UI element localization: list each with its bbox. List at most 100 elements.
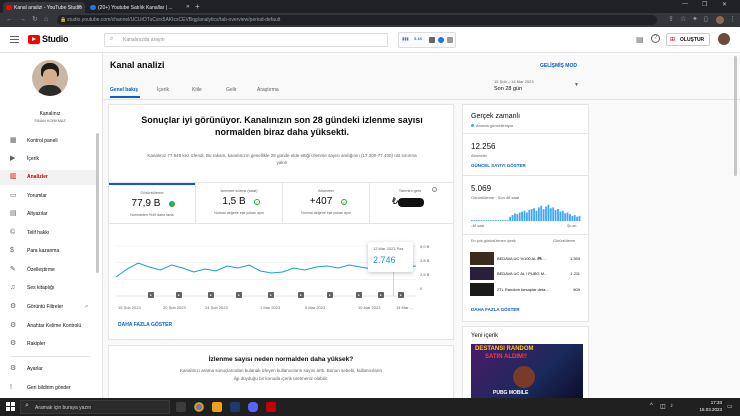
- notifications-icon[interactable]: ▭: [727, 403, 733, 410]
- stat-watch-time[interactable]: İzlenme süresi (saat) 1,5 B ✓ Normal değ…: [196, 183, 282, 223]
- tab-revenue[interactable]: Gelir: [226, 87, 237, 93]
- youtube-logo-icon[interactable]: [28, 35, 40, 44]
- sidebar-item-comments[interactable]: ▭ Yorumlar: [0, 189, 96, 204]
- windows-start-icon[interactable]: [6, 402, 16, 412]
- realtime-show-more-link[interactable]: DAHA FAZLA GÖSTER: [471, 307, 520, 312]
- chrome-icon[interactable]: [194, 402, 204, 412]
- sidebar-item-subtitles[interactable]: ▤ Altyazılar: [0, 207, 96, 222]
- new-tab-icon[interactable]: +: [195, 2, 200, 11]
- event-marker-icon[interactable]: ▸: [327, 292, 333, 298]
- help-icon[interactable]: ?: [651, 34, 660, 43]
- page-scrollbar[interactable]: [734, 56, 737, 176]
- browser-tab[interactable]: (20+) Youtube Satılık Kanallar | ... ✕: [87, 2, 193, 13]
- account-avatar[interactable]: [718, 33, 730, 45]
- event-marker-icon[interactable]: ▸: [236, 292, 242, 298]
- event-marker-icon[interactable]: ▸: [268, 292, 274, 298]
- content-icon: ▶: [10, 155, 16, 162]
- task-view-icon[interactable]: [176, 402, 186, 412]
- top-content-label: En çok görüntülenen içerik: [471, 239, 516, 243]
- create-button[interactable]: ⊞ OLUŞTUR: [666, 33, 710, 46]
- taskbar-search[interactable]: ⌕ Aramak için buraya yazın: [20, 400, 170, 414]
- date-range-picker[interactable]: 15 Şub – 14 Mar 2023 Son 28 gün ▼: [494, 79, 584, 95]
- discord-icon[interactable]: [248, 402, 258, 412]
- volume-icon[interactable]: ♪: [670, 403, 673, 409]
- forward-icon[interactable]: →: [19, 15, 26, 25]
- studio-logo-text[interactable]: Studio: [42, 34, 69, 44]
- customization-icon: ✎: [10, 266, 16, 273]
- profile-avatar[interactable]: [716, 16, 724, 24]
- realtime-bar-chart[interactable]: [471, 203, 581, 221]
- event-marker-icon[interactable]: ▸: [356, 292, 362, 298]
- close-tab-icon[interactable]: ✕: [78, 4, 82, 10]
- minimize-icon[interactable]: —: [682, 1, 688, 7]
- tab-overview[interactable]: Genel bakış: [110, 87, 138, 93]
- x-tick-label: 14 Mar ...: [396, 305, 413, 310]
- stat-views[interactable]: Görüntüleme 77,9 B ↑ Normalden %49 daha …: [109, 183, 195, 223]
- top-content-item[interactable]: 2TL Random hesaplar deta... 609: [470, 283, 580, 297]
- channel-avatar[interactable]: [32, 60, 68, 96]
- app-icon[interactable]: [230, 402, 240, 412]
- sidebar-item-monetization[interactable]: $ Para kazanma: [0, 244, 96, 259]
- extension-widget[interactable]: ▮▮▮ 5.1K: [398, 32, 456, 48]
- close-window-icon[interactable]: ✕: [722, 1, 727, 8]
- event-marker-icon[interactable]: ▸: [398, 292, 404, 298]
- stat-revenue[interactable]: Tahmini gelir i ₺: [370, 183, 454, 223]
- stat-label: Görüntüleme: [140, 190, 164, 195]
- share-icon[interactable]: ⇪: [668, 15, 674, 25]
- sidebar-item-dashboard[interactable]: ▦ Kontrol paneli: [0, 134, 96, 149]
- tab-research[interactable]: Araştırma: [257, 87, 279, 93]
- file-explorer-icon[interactable]: [212, 402, 222, 412]
- feedback-icon: !: [10, 384, 12, 391]
- youtube-favicon-icon: [6, 5, 12, 10]
- sidebar-item-feedback[interactable]: ! Geri bildirim gönder: [0, 381, 96, 396]
- info-icon[interactable]: i: [432, 187, 437, 192]
- sidebar-item-content[interactable]: ▶ İçerik: [0, 152, 96, 167]
- sidebar-item-filters[interactable]: ⚙ Görüntü Filtreler ↗: [0, 300, 96, 315]
- home-icon[interactable]: ⌂: [44, 15, 48, 25]
- clock-date[interactable]: 16.03.2023: [694, 407, 722, 412]
- hamburger-menu-icon[interactable]: [10, 36, 19, 43]
- sidebar-item-settings[interactable]: ⚙ Ayarlar: [0, 362, 96, 377]
- x-tick-label: 24 Şub 2023: [205, 305, 228, 310]
- messages-icon[interactable]: ▤: [636, 35, 644, 44]
- event-marker-icon[interactable]: ▸: [176, 292, 182, 298]
- reload-icon[interactable]: ↻: [32, 15, 38, 25]
- top-content-item[interactable]: BEDAVA UC AL ! PUBG M... 1.211: [470, 267, 580, 281]
- sidebar-item-customization[interactable]: ✎ Özelleştirme: [0, 263, 96, 278]
- sidebar-item-competitors[interactable]: ⚙ Rakipler: [0, 337, 96, 352]
- realtime-bar: [540, 205, 543, 221]
- browser-tab-active[interactable]: Kanal analizi - YouTube Studio ✕: [3, 2, 85, 13]
- search-input[interactable]: ⌕ Kanalınızda arayın: [104, 33, 388, 47]
- clock-time[interactable]: 17:33: [694, 400, 722, 405]
- show-more-link[interactable]: DAHA FAZLA GÖSTER: [118, 322, 172, 328]
- top-content-item[interactable]: BEDAVA UC %100 AL 🎮... 1.393: [470, 252, 580, 266]
- tab-content[interactable]: İçerik: [157, 87, 169, 93]
- app-icon[interactable]: [266, 402, 276, 412]
- sidebar-scrollbar[interactable]: [96, 133, 99, 273]
- bookmark-star-icon[interactable]: ☆: [680, 15, 686, 25]
- browser-menu-icon[interactable]: ⋮: [729, 15, 736, 25]
- extension-icon[interactable]: ✦: [692, 15, 698, 25]
- sidebar-item-keyword-check[interactable]: ⚙ Anahtar Kelime Kontrolü: [0, 319, 96, 334]
- close-tab-icon[interactable]: ✕: [186, 4, 190, 10]
- event-marker-icon[interactable]: ▸: [378, 292, 384, 298]
- show-current-count-link[interactable]: GÜNCEL SAYIYI GÖSTER: [471, 163, 526, 168]
- network-icon[interactable]: ◫: [660, 403, 666, 410]
- event-marker-icon[interactable]: ▸: [148, 292, 154, 298]
- advanced-mode-link[interactable]: GELİŞMİŞ MOD: [540, 63, 577, 69]
- stat-subtext: Normal değerle eşit yukarı aynı: [301, 211, 351, 215]
- url-field[interactable]: 🔒 studio.youtube.com/channel/UCUrDTuCsrx…: [57, 15, 657, 25]
- back-icon[interactable]: ←: [6, 15, 13, 25]
- event-marker-icon[interactable]: ▸: [208, 292, 214, 298]
- tab-label: Kanal analizi - YouTube Studio: [14, 5, 82, 11]
- maximize-icon[interactable]: ❐: [702, 1, 707, 8]
- tab-audience[interactable]: Kitle: [192, 87, 202, 93]
- latest-video-thumbnail[interactable]: DESTANSI RANDOM SATIN ALDIM!! PUBG MOBIL…: [471, 344, 583, 399]
- sidebar-item-copyright[interactable]: © Telif hakkı: [0, 226, 96, 241]
- tray-chevron-icon[interactable]: ^: [650, 403, 653, 409]
- event-marker-icon[interactable]: ▸: [298, 292, 304, 298]
- sidepanel-icon[interactable]: ▯: [704, 15, 708, 25]
- stat-subscribers[interactable]: Aboneler +407 ✓ Normal değerle eşit yuka…: [283, 183, 369, 223]
- sidebar-item-analytics[interactable]: ▥ Analizler: [0, 170, 96, 185]
- sidebar-item-audio-library[interactable]: ♫ Ses kitaplığı: [0, 281, 96, 296]
